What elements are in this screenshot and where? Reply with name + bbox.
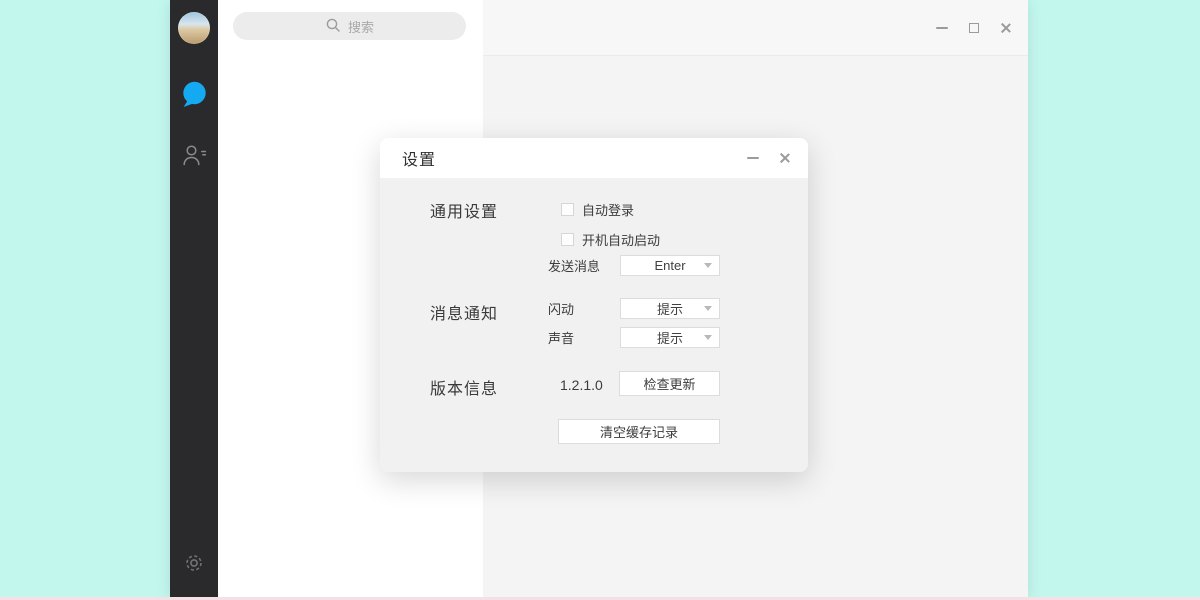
flash-row: 闪动 提示 (548, 298, 720, 319)
dialog-minimize-button[interactable] (747, 152, 759, 164)
sound-row: 声音 提示 (548, 327, 720, 348)
auto-start-checkbox[interactable] (561, 233, 574, 246)
sidebar-item-settings[interactable] (170, 552, 218, 579)
sound-label: 声音 (548, 331, 575, 346)
maximize-icon (969, 23, 979, 33)
auto-start-label: 开机自动启动 (582, 233, 661, 248)
send-message-value: Enter (654, 258, 686, 273)
auto-login-checkbox[interactable] (561, 203, 574, 216)
flash-value: 提示 (656, 302, 683, 317)
send-message-select[interactable]: Enter (620, 255, 720, 276)
version-number: 1.2.1.0 (560, 377, 603, 393)
chevron-down-icon (704, 335, 712, 340)
maximize-button[interactable] (968, 22, 980, 34)
auto-login-label: 自动登录 (582, 203, 635, 218)
settings-dialog-titlebar: 设置 (380, 138, 808, 178)
desktop-background: 搜索 设置 通用设置 自动登录 开机自动启动 发送消息 Enter 消息通知 闪… (0, 0, 1200, 600)
chat-bubble-icon (179, 80, 209, 115)
section-notifications-label: 消息通知 (430, 306, 499, 323)
close-icon (779, 152, 791, 164)
minimize-button[interactable] (936, 22, 948, 34)
search-icon (325, 17, 341, 36)
contacts-icon (181, 142, 208, 174)
close-button[interactable] (1000, 22, 1012, 34)
dialog-controls (747, 138, 791, 178)
section-version-label: 版本信息 (430, 381, 499, 398)
sidebar-item-contacts[interactable] (170, 142, 218, 174)
dialog-close-button[interactable] (779, 152, 791, 164)
auto-login-checkbox-row[interactable]: 自动登录 (561, 200, 634, 219)
sidebar-item-chats[interactable] (170, 80, 218, 115)
minimize-icon (936, 27, 948, 29)
dialog-title: 设置 (402, 152, 437, 169)
gear-icon (183, 552, 205, 579)
sound-select[interactable]: 提示 (620, 327, 720, 348)
settings-dialog: 设置 通用设置 自动登录 开机自动启动 发送消息 Enter 消息通知 闪动 提… (380, 138, 808, 472)
main-header (483, 0, 1028, 56)
chevron-down-icon (704, 263, 712, 268)
search-input[interactable]: 搜索 (233, 12, 466, 40)
flash-select[interactable]: 提示 (620, 298, 720, 319)
search-placeholder: 搜索 (347, 19, 374, 35)
minimize-icon (747, 157, 759, 159)
auto-start-checkbox-row[interactable]: 开机自动启动 (561, 230, 660, 249)
close-icon (1000, 22, 1012, 34)
sound-value: 提示 (656, 331, 683, 346)
send-message-row: 发送消息 Enter (548, 255, 720, 276)
send-message-label: 发送消息 (548, 259, 601, 274)
clear-cache-button[interactable]: 清空缓存记录 (558, 419, 720, 444)
section-general-label: 通用设置 (430, 204, 499, 221)
chevron-down-icon (704, 306, 712, 311)
nav-sidebar (170, 0, 218, 597)
user-avatar[interactable] (178, 12, 210, 44)
flash-label: 闪动 (548, 302, 575, 317)
check-update-button[interactable]: 检查更新 (619, 371, 720, 396)
